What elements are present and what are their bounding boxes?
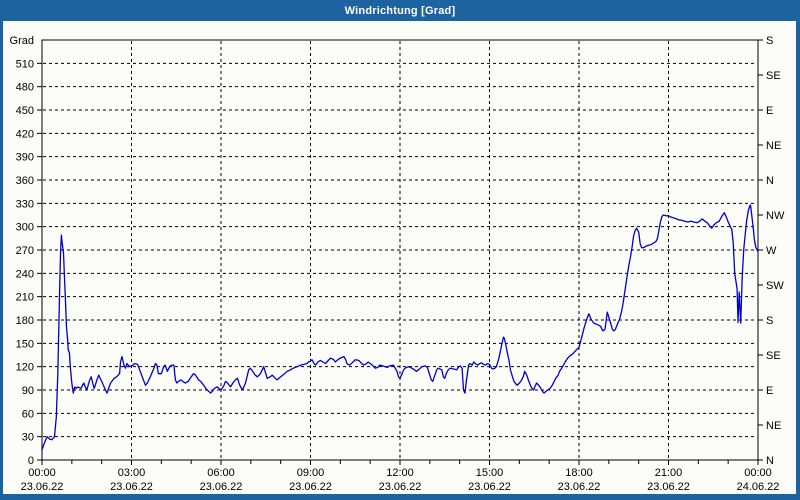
y-axis-left-tick-label: 390 bbox=[16, 152, 34, 164]
y-axis-right-tick-label: E bbox=[766, 385, 773, 397]
y-axis-left-tick-label: 30 bbox=[22, 432, 34, 444]
y-axis-right-tick-label: SE bbox=[766, 70, 781, 82]
x-axis-time-label: 21:00 bbox=[655, 467, 683, 479]
y-axis-right-tick-label: NW bbox=[766, 210, 785, 222]
y-axis-left-tick-label: 90 bbox=[22, 385, 34, 397]
y-axis-left-tick-label: 450 bbox=[16, 105, 34, 117]
y-axis-right-tick-label: S bbox=[766, 35, 773, 47]
x-axis-date-label: 23.06.22 bbox=[21, 481, 64, 493]
x-axis-time-label: 00:00 bbox=[744, 467, 772, 479]
x-axis-date-label: 24.06.22 bbox=[737, 481, 780, 493]
y-axis-right-tick-label: S bbox=[766, 315, 773, 327]
x-axis-time-label: 15:00 bbox=[476, 467, 504, 479]
x-axis-date-label: 23.06.22 bbox=[647, 481, 690, 493]
y-axis-left-tick-label: 330 bbox=[16, 198, 34, 210]
x-axis-time-label: 09:00 bbox=[297, 467, 325, 479]
y-axis-left-tick-label: 180 bbox=[16, 315, 34, 327]
y-axis-left-tick-label: 0 bbox=[28, 455, 34, 467]
y-axis-left-tick-label: 120 bbox=[16, 362, 34, 374]
y-axis-left-tick-label: 240 bbox=[16, 268, 34, 280]
wind-direction-window: Windrichtung [Grad] 0 30 60 90 120 150 180 210 2… bbox=[0, 0, 800, 500]
y-axis-right-tick-label: SE bbox=[766, 350, 781, 362]
y-axis-title: Grad bbox=[10, 35, 34, 47]
y-axis-left-tick-label: 210 bbox=[16, 292, 34, 304]
x-axis-time-label: 06:00 bbox=[207, 467, 235, 479]
x-axis-time-label: 12:00 bbox=[386, 467, 414, 479]
x-axis-date-label: 23.06.22 bbox=[558, 481, 601, 493]
y-axis-left-tick-label: 420 bbox=[16, 128, 34, 140]
y-axis-left-tick-label: 360 bbox=[16, 175, 34, 187]
x-axis-date-label: 23.06.22 bbox=[110, 481, 153, 493]
x-axis-date-label: 23.06.22 bbox=[379, 481, 422, 493]
y-axis-right-tick-label: E bbox=[766, 105, 773, 117]
y-axis-left-tick-label: 300 bbox=[16, 222, 34, 234]
y-axis-left-tick-label: 270 bbox=[16, 245, 34, 257]
x-axis-time-label: 18:00 bbox=[565, 467, 593, 479]
y-axis-left-tick-label: 60 bbox=[22, 408, 34, 420]
x-axis-time-label: 00:00 bbox=[28, 467, 56, 479]
y-axis-right-tick-label: SW bbox=[766, 280, 784, 292]
y-axis-right-tick-label: NE bbox=[766, 140, 781, 152]
y-axis-right-tick-label: N bbox=[766, 175, 774, 187]
x-axis-date-label: 23.06.22 bbox=[289, 481, 332, 493]
y-axis-left-tick-label: 150 bbox=[16, 338, 34, 350]
y-axis-right-tick-label: W bbox=[766, 245, 777, 257]
x-axis-date-label: 23.06.22 bbox=[468, 481, 511, 493]
y-axis-left-tick-label: 480 bbox=[16, 82, 34, 94]
y-axis-right-tick-label: NE bbox=[766, 420, 781, 432]
y-axis-right-tick-label: N bbox=[766, 455, 774, 467]
y-axis-left-tick-label: 510 bbox=[16, 58, 34, 70]
wind-direction-chart: 0 30 60 90 120 150 180 210 240 270 300 330 360 390 420… bbox=[3, 21, 796, 494]
x-axis-date-label: 23.06.22 bbox=[200, 481, 243, 493]
x-axis-time-label: 03:00 bbox=[118, 467, 146, 479]
